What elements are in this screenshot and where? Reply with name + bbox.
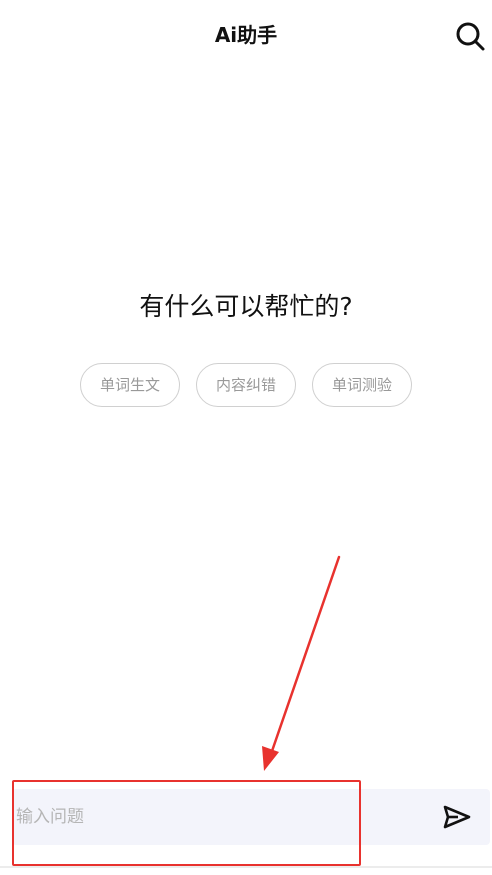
welcome-heading: 有什么可以帮忙的?	[139, 292, 353, 321]
send-icon	[443, 805, 471, 829]
question-input[interactable]	[16, 789, 416, 845]
question-input-bar	[12, 789, 490, 845]
page-title: Ai助手	[214, 23, 278, 47]
header-bar: Ai助手	[0, 0, 492, 72]
suggestion-chip-content-correction[interactable]: 内容纠错	[196, 363, 296, 407]
suggestion-chip-word-story[interactable]: 单词生文	[80, 363, 180, 407]
send-button[interactable]	[440, 801, 474, 833]
suggestion-chip-word-quiz[interactable]: 单词测验	[312, 363, 412, 407]
search-icon	[456, 22, 485, 51]
red-arrow-icon	[262, 555, 341, 771]
bottom-divider	[0, 866, 492, 868]
search-button[interactable]	[452, 18, 488, 54]
